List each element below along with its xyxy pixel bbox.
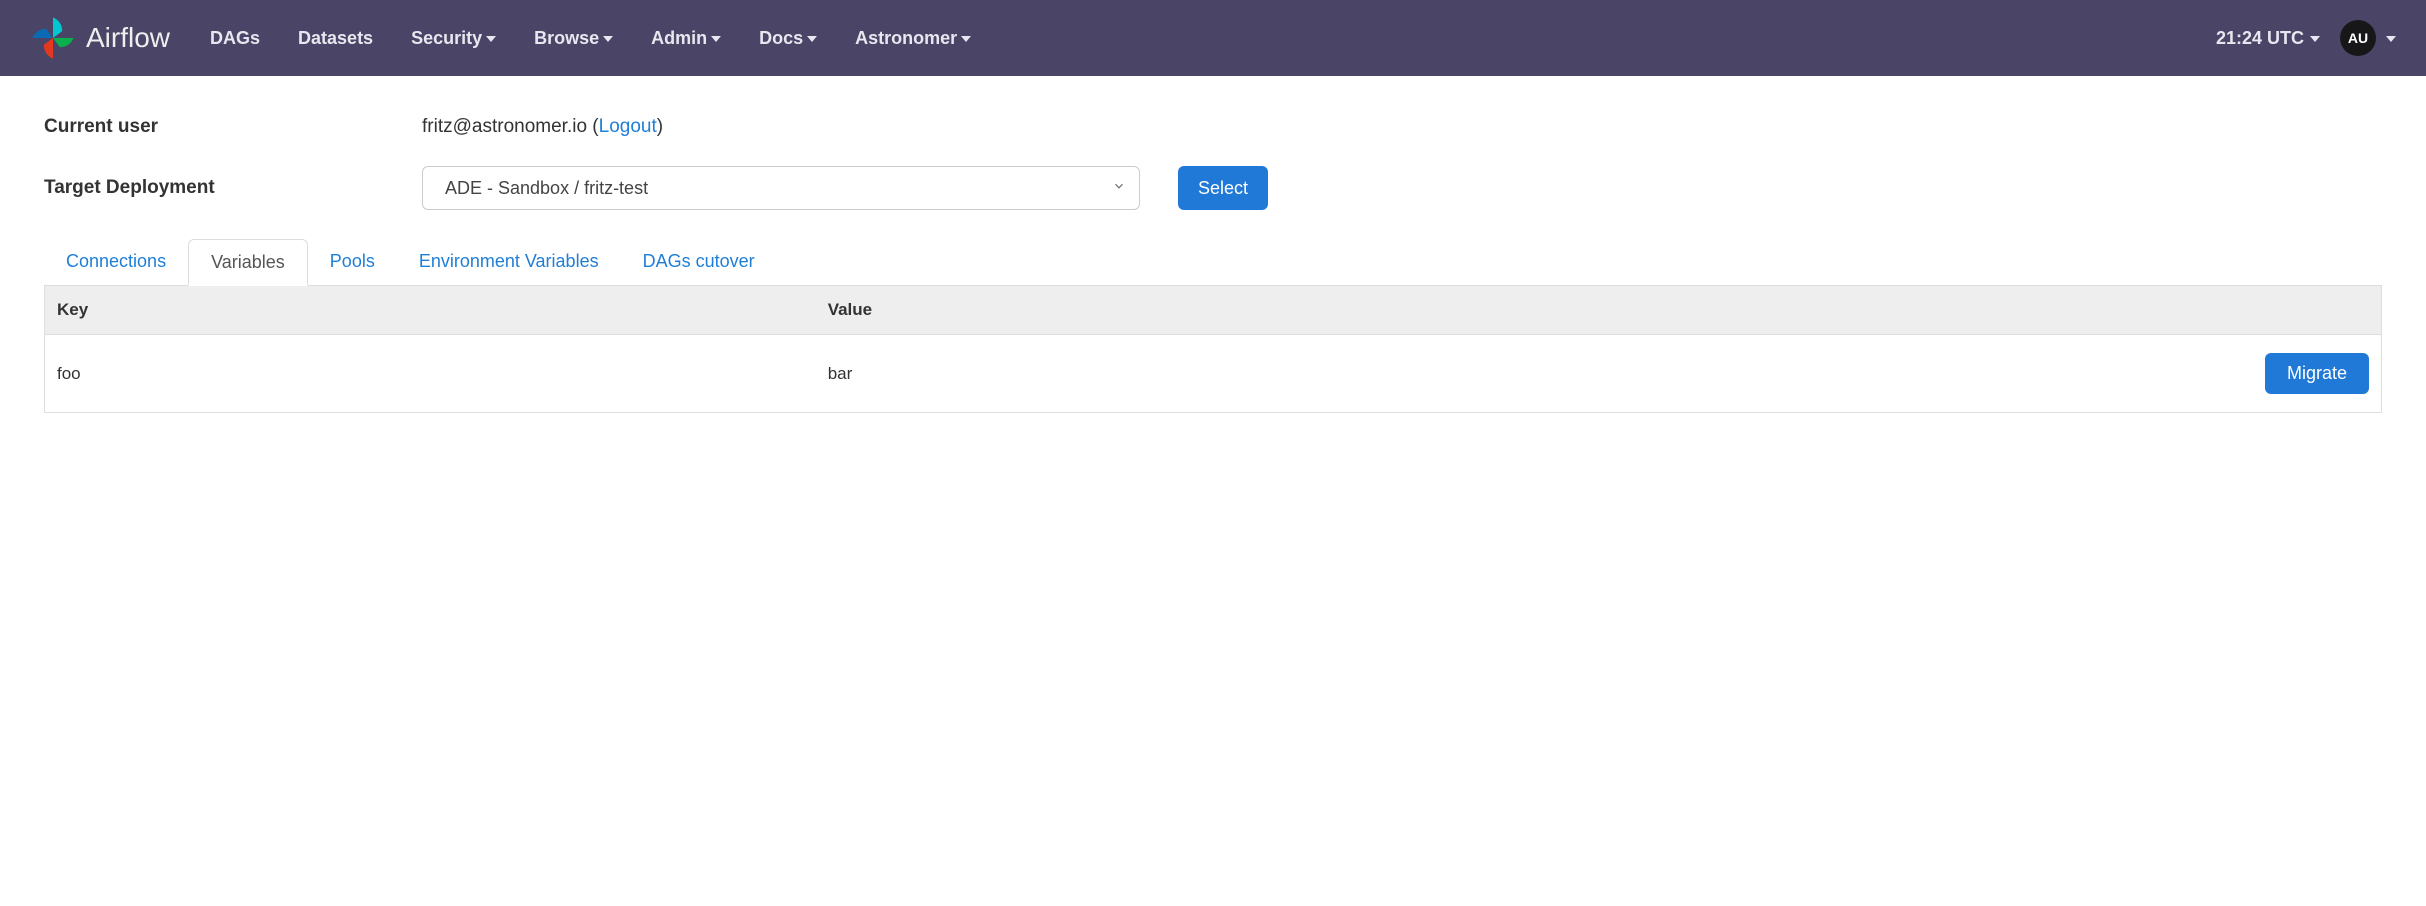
th-key: Key (45, 286, 816, 335)
caret-down-icon (486, 36, 496, 42)
current-user-label: Current user (44, 116, 422, 138)
page-content: Current user fritz@astronomer.io ( Logou… (0, 76, 2426, 453)
top-navbar: Airflow DAGs Datasets Security Browse Ad… (0, 0, 2426, 76)
nav-item-security[interactable]: Security (411, 28, 496, 49)
nav-item-label: Admin (651, 28, 707, 49)
tabs: Connections Variables Pools Environment … (44, 238, 2382, 286)
nav-item-label: DAGs (210, 28, 260, 49)
logout-link[interactable]: Logout (599, 116, 657, 138)
caret-down-icon (2310, 36, 2320, 42)
nav-item-admin[interactable]: Admin (651, 28, 721, 49)
tab-connections[interactable]: Connections (44, 239, 188, 286)
tab-variables[interactable]: Variables (188, 239, 308, 286)
cell-action: Migrate (2253, 335, 2382, 413)
migrate-button[interactable]: Migrate (2265, 353, 2369, 394)
paren-open: ( (587, 116, 599, 138)
clock[interactable]: 21:24 UTC (2216, 28, 2320, 49)
select-button[interactable]: Select (1178, 166, 1268, 210)
target-deployment-label: Target Deployment (44, 177, 422, 199)
tab-dags-cutover[interactable]: DAGs cutover (621, 239, 777, 286)
nav-item-browse[interactable]: Browse (534, 28, 613, 49)
caret-down-icon (711, 36, 721, 42)
nav-item-dags[interactable]: DAGs (210, 28, 260, 49)
caret-down-icon (2386, 36, 2396, 42)
th-action (2253, 286, 2382, 335)
target-deployment-row: Target Deployment ADE - Sandbox / fritz-… (44, 166, 2382, 210)
tab-pools[interactable]: Pools (308, 239, 397, 286)
current-user-row: Current user fritz@astronomer.io ( Logou… (44, 116, 2382, 138)
nav-right: 21:24 UTC AU (2216, 20, 2396, 56)
target-deployment-select-wrap: ADE - Sandbox / fritz-test (422, 166, 1140, 210)
avatar: AU (2340, 20, 2376, 56)
nav-links: DAGs Datasets Security Browse Admin Docs… (210, 28, 2216, 49)
user-menu[interactable]: AU (2340, 20, 2396, 56)
brand[interactable]: Airflow (30, 15, 170, 61)
airflow-pinwheel-icon (30, 15, 76, 61)
avatar-initials: AU (2348, 30, 2368, 46)
caret-down-icon (961, 36, 971, 42)
table-header-row: Key Value (45, 286, 2382, 335)
th-value: Value (816, 286, 2253, 335)
tab-environment-variables[interactable]: Environment Variables (397, 239, 621, 286)
cell-value: bar (816, 335, 2253, 413)
target-deployment-controls: ADE - Sandbox / fritz-test Select (422, 166, 1268, 210)
target-deployment-select[interactable]: ADE - Sandbox / fritz-test (422, 166, 1140, 210)
nav-item-astronomer[interactable]: Astronomer (855, 28, 971, 49)
nav-item-label: Docs (759, 28, 803, 49)
nav-item-label: Browse (534, 28, 599, 49)
table-row: foo bar Migrate (45, 335, 2382, 413)
paren-close: ) (657, 116, 663, 138)
nav-item-label: Astronomer (855, 28, 957, 49)
current-user-email: fritz@astronomer.io (422, 116, 587, 138)
nav-item-label: Security (411, 28, 482, 49)
nav-item-label: Datasets (298, 28, 373, 49)
clock-text: 21:24 UTC (2216, 28, 2304, 49)
current-user-value: fritz@astronomer.io ( Logout ) (422, 116, 663, 138)
cell-key: foo (45, 335, 816, 413)
caret-down-icon (603, 36, 613, 42)
brand-text: Airflow (86, 22, 170, 54)
variables-table: Key Value foo bar Migrate (44, 285, 2382, 413)
caret-down-icon (807, 36, 817, 42)
nav-item-datasets[interactable]: Datasets (298, 28, 373, 49)
nav-item-docs[interactable]: Docs (759, 28, 817, 49)
